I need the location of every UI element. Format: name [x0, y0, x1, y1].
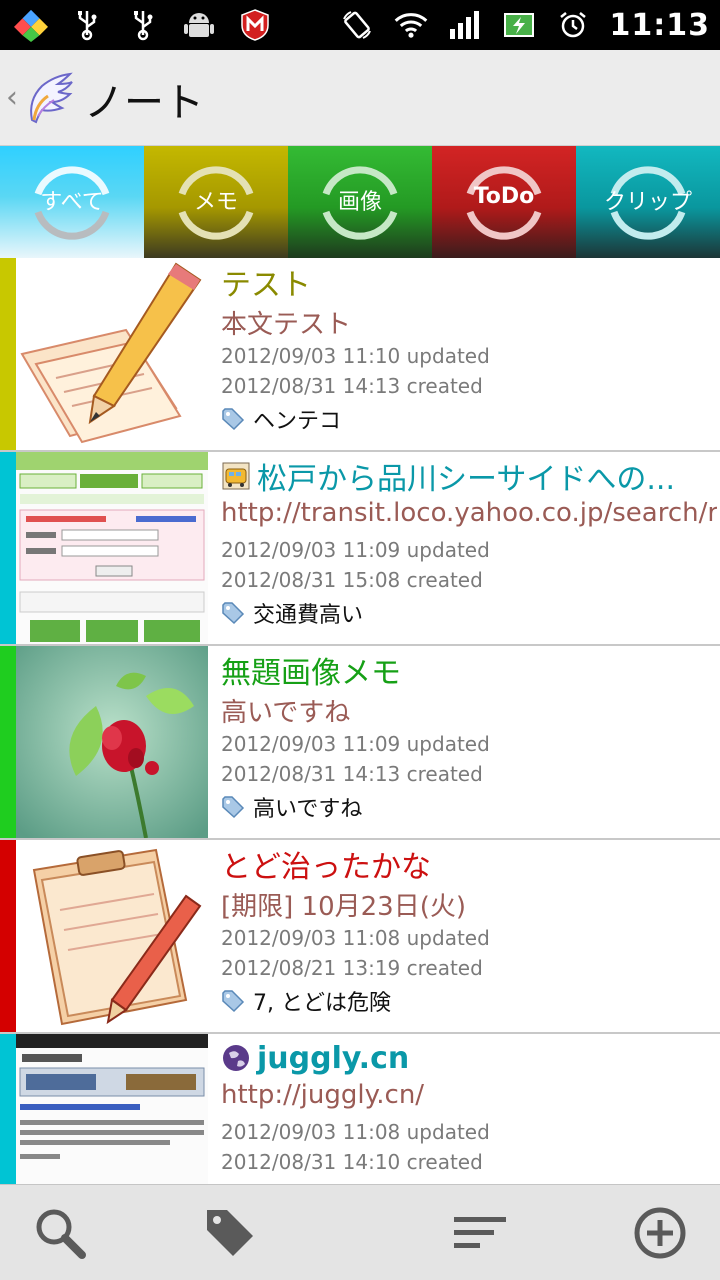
tab-image[interactable]: 画像 [288, 146, 432, 258]
battery-icon [502, 8, 536, 42]
note-updated: 2012/09/03 11:09 updated [221, 732, 490, 756]
android-debug-icon [182, 8, 216, 42]
sort-button[interactable] [450, 1203, 510, 1263]
note-created: 2012/08/31 14:13 created [221, 374, 483, 398]
note-title: 松戸から品川シーサイドへの... [221, 454, 711, 498]
tab-clip[interactable]: クリップ [576, 146, 720, 258]
note-tag: 交通費高い [221, 598, 363, 628]
alarm-icon [556, 8, 590, 42]
note-title: 無題画像メモ [221, 656, 401, 691]
mcafee-icon [238, 8, 272, 42]
wifi-icon [394, 8, 428, 42]
list-item[interactable]: テスト 本文テスト 2012/09/03 11:10 updated 2012/… [0, 258, 720, 452]
category-stripe [0, 840, 16, 1032]
tab-todo[interactable]: ToDo [432, 146, 576, 258]
page-title: ノート [84, 80, 204, 126]
tag-icon [222, 796, 245, 819]
rotation-icon [340, 8, 374, 42]
note-subtitle: http://transit.loco.yahoo.co.jp/search/r… [221, 498, 717, 528]
note-title: とど治ったかな [221, 850, 431, 885]
flower-photo [16, 646, 208, 838]
add-icon [634, 1207, 686, 1259]
note-updated: 2012/09/03 11:10 updated [221, 344, 490, 368]
note-updated: 2012/09/03 11:09 updated [221, 538, 490, 562]
list-item[interactable]: 松戸から品川シーサイドへの... http://transit.loco.yah… [0, 452, 720, 646]
list-item[interactable]: とど治ったかな [期限] 10月23日(火) 2012/09/03 11:08 … [0, 840, 720, 1034]
tag-filter-button[interactable] [200, 1203, 260, 1263]
note-created: 2012/08/21 13:19 created [221, 956, 483, 980]
add-button[interactable] [630, 1203, 690, 1263]
notes-list[interactable]: テスト 本文テスト 2012/09/03 11:10 updated 2012/… [0, 258, 720, 1184]
note-created: 2012/08/31 14:10 created [221, 1150, 483, 1174]
note-subtitle: http://juggly.cn/ [221, 1080, 425, 1110]
list-item[interactable]: 無題画像メモ 高いですね 2012/09/03 11:09 updated 20… [0, 646, 720, 840]
note-subtitle: [期限] 10月23日(火) [221, 892, 467, 922]
tag-icon [207, 1210, 253, 1256]
memo-pencil-icon [16, 258, 208, 450]
note-tag: ヘンテコ [221, 404, 341, 434]
note-updated: 2012/09/03 11:08 updated [221, 1120, 490, 1144]
action-bar: ‹ ノート [0, 50, 720, 146]
list-item[interactable]: juggly.cn http://juggly.cn/ 2012/09/03 1… [0, 1034, 720, 1184]
tab-label: すべて [40, 190, 104, 215]
webpage-screenshot [16, 1034, 208, 1184]
usb-icon [126, 8, 160, 42]
search-button[interactable] [30, 1203, 90, 1263]
tag-icon [222, 990, 245, 1013]
category-stripe [0, 1034, 16, 1184]
tab-all[interactable]: すべて [0, 146, 144, 258]
note-subtitle: 高いですね [221, 698, 351, 728]
note-tag: 7, とどは危険 [221, 986, 391, 1016]
usb-icon [70, 8, 104, 42]
search-icon [36, 1209, 86, 1259]
clipboard-pencil-icon [16, 840, 208, 1032]
tag-icon [222, 602, 245, 625]
globe-icon [223, 1045, 249, 1071]
note-created: 2012/08/31 14:13 created [221, 762, 483, 786]
note-created: 2012/08/31 15:08 created [221, 568, 483, 592]
note-title: juggly.cn [221, 1036, 711, 1080]
note-updated: 2012/09/03 11:08 updated [221, 926, 490, 950]
webpage-screenshot [16, 452, 208, 644]
signal-icon [448, 8, 482, 42]
note-title: テスト [221, 268, 311, 303]
bottom-toolbar [0, 1184, 720, 1280]
app-diamond-icon [14, 8, 48, 42]
note-subtitle: 本文テスト [221, 310, 352, 340]
train-icon [222, 462, 250, 490]
note-tag: 高いですね [221, 792, 362, 822]
sort-icon [454, 1217, 506, 1248]
app-logo-icon[interactable] [24, 70, 76, 126]
tag-icon [222, 408, 245, 431]
tab-label: 画像 [337, 190, 382, 215]
category-stripe [0, 646, 16, 838]
clock-time: 11:13 [609, 7, 710, 43]
back-chevron-icon[interactable]: ‹ [6, 80, 18, 115]
tab-label: メモ [193, 190, 238, 215]
tab-label: ToDo [473, 184, 535, 209]
tab-label: クリップ [603, 190, 692, 215]
category-tabs: すべて メモ 画像 ToDo クリップ [0, 146, 720, 258]
category-stripe [0, 258, 16, 450]
category-stripe [0, 452, 16, 644]
status-bar: 11:13 [0, 0, 720, 50]
tab-memo[interactable]: メモ [144, 146, 288, 258]
